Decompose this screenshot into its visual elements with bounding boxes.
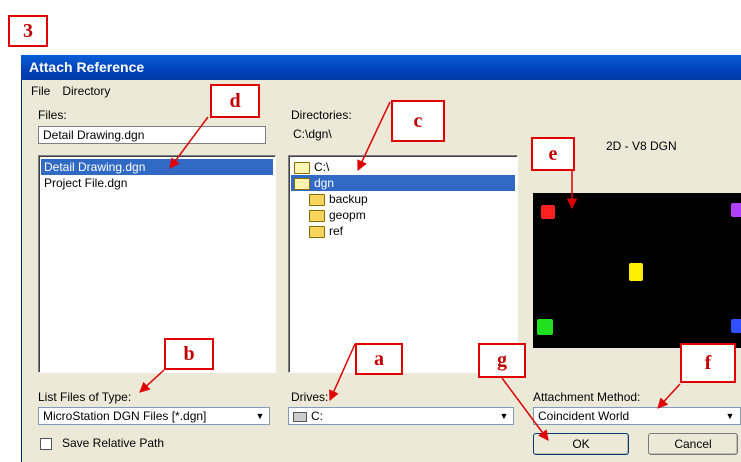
step-number-box: 3 xyxy=(8,15,48,47)
current-directory: C:\dgn\ xyxy=(293,127,332,141)
dialog-title: Attach Reference xyxy=(29,59,145,75)
file-item-project-file[interactable]: Project File.dgn xyxy=(41,175,273,191)
chevron-down-icon[interactable]: ▼ xyxy=(252,409,268,423)
files-list: Detail Drawing.dgn Project File.dgn xyxy=(38,155,276,373)
chevron-down-icon[interactable]: ▼ xyxy=(722,409,738,423)
open-folder-icon xyxy=(294,177,310,190)
dialog-title-bar[interactable]: Attach Reference xyxy=(21,55,741,80)
save-relative-path-checkbox[interactable] xyxy=(40,438,52,450)
drive-icon xyxy=(293,411,307,422)
dir-item-backup-label: backup xyxy=(329,192,368,206)
list-type-label: List Files of Type: xyxy=(38,390,132,404)
folder-icon xyxy=(309,193,325,206)
save-relative-path-label: Save Relative Path xyxy=(62,436,165,450)
preview-label: 2D - V8 DGN xyxy=(606,139,677,153)
directories-list: C:\ dgn backup geopm ref xyxy=(288,155,518,373)
cancel-button[interactable]: Cancel xyxy=(648,433,738,455)
open-folder-icon xyxy=(294,161,310,174)
dir-item-ref[interactable]: ref xyxy=(291,223,515,239)
dir-item-dgn-label: dgn xyxy=(314,176,335,190)
callout-d-label: d xyxy=(229,89,241,112)
dir-item-geopm-label: geopm xyxy=(329,208,366,222)
blue-marker-icon xyxy=(731,319,741,333)
callout-e-label: e xyxy=(548,142,558,165)
step-number: 3 xyxy=(23,19,33,42)
green-marker-icon xyxy=(537,319,553,335)
dir-item-c-root[interactable]: C:\ xyxy=(291,159,515,175)
dir-item-dgn[interactable]: dgn xyxy=(291,175,515,191)
directories-label: Directories: xyxy=(291,108,352,122)
yellow-marker-icon xyxy=(629,263,643,281)
file-item-detail-drawing[interactable]: Detail Drawing.dgn xyxy=(41,159,273,175)
callout-a-label: a xyxy=(374,347,384,370)
red-marker-icon xyxy=(541,205,555,219)
callout-c: c xyxy=(391,100,445,142)
attachment-method-label: Attachment Method: xyxy=(533,390,641,404)
callout-b-label: b xyxy=(183,342,195,365)
callout-g-label: g xyxy=(497,349,507,371)
callout-d: d xyxy=(210,84,260,118)
chevron-down-icon[interactable]: ▼ xyxy=(496,409,512,423)
files-label: Files: xyxy=(38,108,67,122)
menu-bar: File Directory xyxy=(22,84,110,102)
callout-e: e xyxy=(531,137,575,171)
menu-file[interactable]: File xyxy=(31,84,50,102)
attachment-method-select[interactable]: Coincident World ▼ xyxy=(533,407,741,425)
folder-icon xyxy=(309,225,325,238)
purple-marker-icon xyxy=(731,203,741,217)
drive-value: C: xyxy=(311,409,323,423)
ok-button[interactable]: OK xyxy=(533,433,629,455)
drives-label: Drives: xyxy=(291,390,329,404)
file-name-input[interactable]: Detail Drawing.dgn xyxy=(38,126,266,144)
callout-f: f xyxy=(680,343,736,383)
dir-item-geopm[interactable]: geopm xyxy=(291,207,515,223)
callout-b: b xyxy=(164,338,214,370)
dir-item-ref-label: ref xyxy=(329,224,344,238)
preview-pane xyxy=(533,193,741,348)
dir-item-backup[interactable]: backup xyxy=(291,191,515,207)
dir-item-c-root-label: C:\ xyxy=(314,160,330,174)
list-type-select[interactable]: MicroStation DGN Files [*.dgn] ▼ xyxy=(38,407,270,425)
drives-select[interactable]: C: ▼ xyxy=(288,407,514,425)
menu-directory[interactable]: Directory xyxy=(62,84,110,102)
callout-g: g xyxy=(478,343,526,378)
callout-f-label: f xyxy=(704,351,712,374)
callout-a: a xyxy=(355,343,403,375)
list-type-value: MicroStation DGN Files [*.dgn] xyxy=(43,409,207,423)
attachment-method-value: Coincident World xyxy=(538,409,630,423)
folder-icon xyxy=(309,209,325,222)
callout-c-label: c xyxy=(413,109,423,132)
